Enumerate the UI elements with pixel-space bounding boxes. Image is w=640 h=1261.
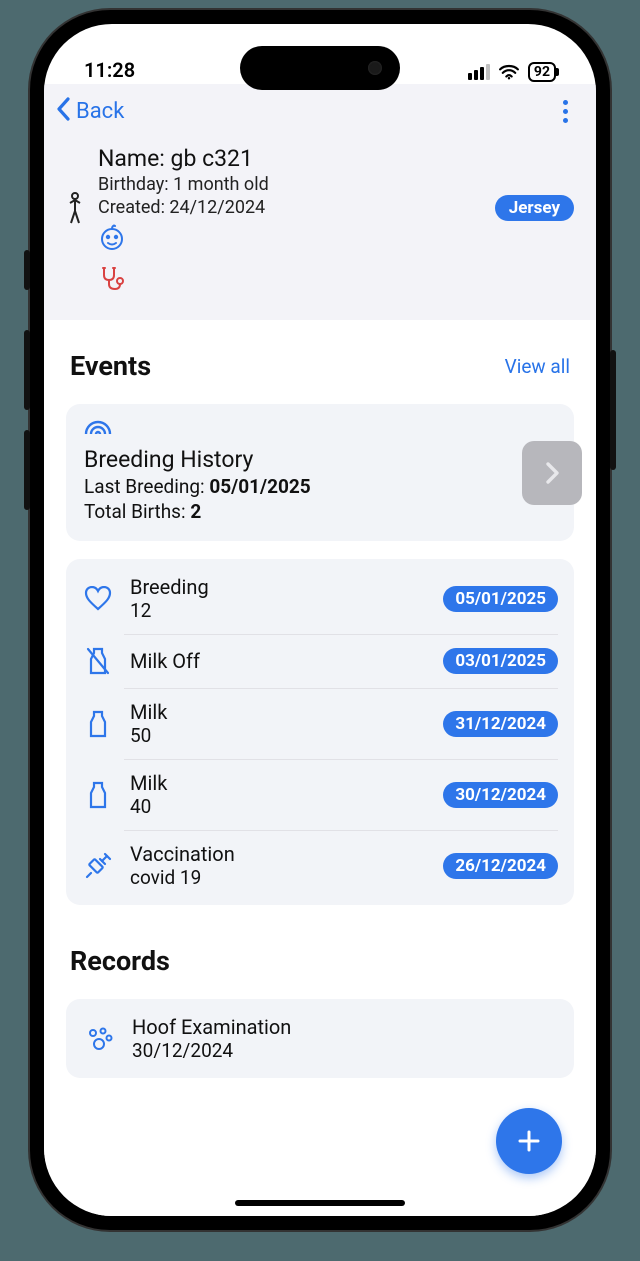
events-title: Events — [70, 350, 151, 382]
animal-name: Name: gb c321 — [98, 145, 574, 172]
events-view-all[interactable]: View all — [505, 355, 570, 378]
back-label: Back — [76, 99, 124, 124]
date-badge: 30/12/2024 — [443, 782, 558, 808]
stethoscope-icon — [98, 264, 574, 296]
back-button[interactable]: Back — [54, 96, 124, 128]
record-date: 30/12/2024 — [132, 1039, 556, 1062]
events-list: Breeding 12 05/01/2025 Milk Off — [66, 559, 574, 905]
nav-bar: Back — [44, 84, 596, 139]
event-row-milk-off[interactable]: Milk Off 03/01/2025 — [66, 634, 574, 688]
date-badge: 31/12/2024 — [443, 711, 558, 737]
event-sub: 40 — [130, 795, 427, 818]
syringe-icon — [82, 851, 114, 881]
milk-off-icon — [82, 646, 114, 676]
breeding-history-card[interactable]: Breeding History Last Breeding: 05/01/20… — [66, 404, 574, 541]
record-title: Hoof Examination — [132, 1015, 556, 1039]
animal-birthday: Birthday: 1 month old — [98, 174, 574, 195]
event-title: Milk — [130, 700, 427, 724]
event-row-vaccination[interactable]: Vaccination covid 19 26/12/2024 — [66, 830, 574, 901]
status-time: 11:28 — [84, 58, 135, 82]
record-row[interactable]: Hoof Examination 30/12/2024 — [66, 999, 574, 1078]
breeding-total: Total Births: 2 — [84, 500, 556, 523]
event-row-breeding[interactable]: Breeding 12 05/01/2025 — [66, 563, 574, 634]
home-indicator[interactable] — [235, 1200, 405, 1206]
dynamic-island — [240, 46, 400, 90]
event-title: Vaccination — [130, 842, 427, 866]
date-badge: 26/12/2024 — [443, 853, 558, 879]
content-area: Events View all Breeding History Last Br… — [44, 320, 596, 1216]
event-title: Milk — [130, 771, 427, 795]
breed-badge: Jersey — [495, 195, 574, 221]
cellular-icon — [468, 64, 490, 80]
battery-icon: 92 — [528, 62, 556, 82]
event-title: Milk Off — [130, 649, 427, 673]
milk-icon — [82, 780, 114, 810]
event-sub: 50 — [130, 724, 427, 747]
date-badge: 05/01/2025 — [443, 586, 558, 612]
next-button[interactable] — [522, 441, 582, 505]
breeding-icon — [84, 421, 112, 440]
chevron-left-icon — [54, 96, 74, 128]
event-row-milk-2[interactable]: Milk 40 30/12/2024 — [66, 759, 574, 830]
breeding-history-title: Breeding History — [84, 446, 556, 473]
records-title: Records — [70, 945, 170, 977]
paw-icon — [84, 1025, 116, 1053]
more-button[interactable] — [557, 94, 574, 129]
date-badge: 03/01/2025 — [443, 648, 558, 674]
add-button[interactable] — [496, 1108, 562, 1174]
event-row-milk-1[interactable]: Milk 50 31/12/2024 — [66, 688, 574, 759]
milk-icon — [82, 709, 114, 739]
heart-icon — [82, 586, 114, 612]
breeding-last: Last Breeding: 05/01/2025 — [84, 475, 556, 498]
event-sub: 12 — [130, 599, 427, 622]
event-title: Breeding — [130, 575, 427, 599]
event-sub: covid 19 — [130, 866, 427, 889]
wifi-icon — [498, 64, 520, 80]
gender-male-icon — [66, 191, 84, 229]
baby-icon — [98, 224, 574, 256]
profile-header: Name: gb c321 Birthday: 1 month old Crea… — [44, 139, 596, 320]
